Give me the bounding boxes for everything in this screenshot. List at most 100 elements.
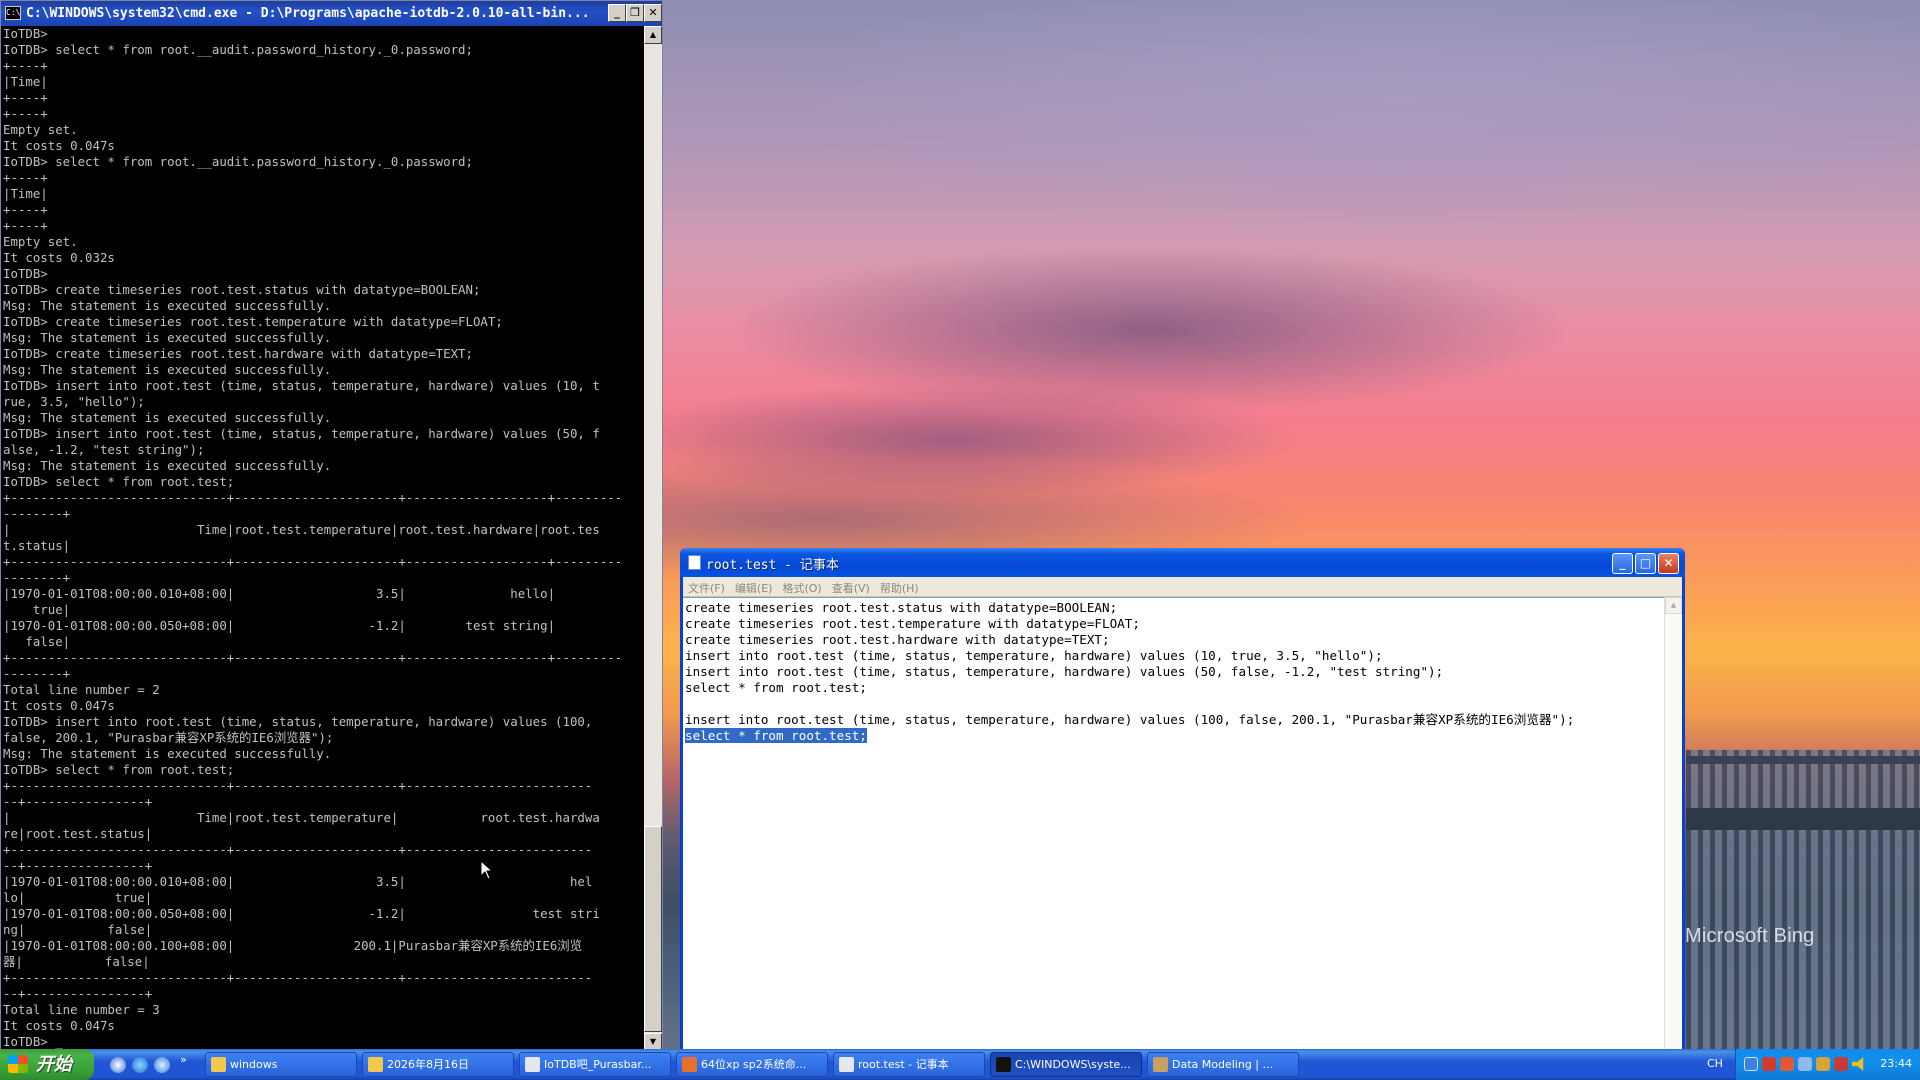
taskbar-button[interactable]: IoTDB吧_Purasbar... xyxy=(519,1052,671,1077)
console-line: Msg: The statement is executed successfu… xyxy=(3,746,332,761)
console-line: alse, -1.2, "test string"); xyxy=(3,442,205,457)
console-line: | Time|root.test.temperature| root.test.… xyxy=(3,810,600,825)
console-line: | Time|root.test.temperature|root.test.h… xyxy=(3,522,600,537)
console-line: It costs 0.047s xyxy=(3,1018,115,1033)
taskbar: 开始 » windows 2026年8月16日 IoTDB吧_Purasbar...… xyxy=(0,1049,1920,1080)
notepad-menu-item[interactable]: 格式(O) xyxy=(777,577,826,596)
taskbar-button-label: C:\WINDOWS\syste... xyxy=(1015,1058,1131,1071)
console-line: --+----------------+ xyxy=(3,986,153,1001)
windows-logo-icon xyxy=(8,1055,28,1073)
clock[interactable]: 23:44 xyxy=(1880,1057,1912,1070)
ime-indicator[interactable]: CH xyxy=(1707,1057,1723,1070)
console-line: Msg: The statement is executed successfu… xyxy=(3,362,332,377)
console-line: |Time| xyxy=(3,186,48,201)
console-line: IoTDB> select * from root.test; xyxy=(3,474,235,489)
console-line: +-----------------------------+---------… xyxy=(3,778,593,793)
console-line: +----+ xyxy=(3,218,48,233)
notepad-menu-item[interactable]: 帮助(H) xyxy=(875,577,924,596)
taskbar-button[interactable]: 64位xp sp2系统命... xyxy=(676,1052,828,1077)
notepad-window[interactable]: root.test - 记事本 _ □ ✕ 文件(F) 编辑(E) 格式(O) 查看(… xyxy=(680,548,1685,1050)
notepad-menu-item[interactable]: 查看(V) xyxy=(827,577,875,596)
cmd-window[interactable]: C:\ C:\WINDOWS\system32\cmd.exe - D:\Pro… xyxy=(0,0,663,1052)
taskbar-button[interactable]: windows xyxy=(205,1052,357,1077)
wallpaper-pier-rail xyxy=(1686,756,1920,764)
safely-remove-hardware-icon[interactable] xyxy=(1798,1057,1812,1071)
console-line: true| xyxy=(3,602,71,617)
notepad-menu-item[interactable]: 文件(F) xyxy=(683,577,730,596)
notepad-minimize-button[interactable]: _ xyxy=(1612,553,1633,574)
taskbar-app-icon xyxy=(839,1057,854,1072)
console-line: --------+ xyxy=(3,666,71,681)
notepad-scroll-up-arrow-icon[interactable]: ▲ xyxy=(1665,597,1682,614)
console-line: +----+ xyxy=(3,202,48,217)
taskbar-button[interactable]: 2026年8月16日 xyxy=(362,1052,514,1077)
text-selection[interactable]: select * from root.test; xyxy=(685,728,867,743)
taskbar-button[interactable]: C:\WINDOWS\syste... xyxy=(990,1052,1142,1077)
cmd-scroll-up-arrow-icon[interactable]: ▲ xyxy=(644,26,662,44)
volume-icon[interactable] xyxy=(1852,1057,1864,1071)
media-player-icon[interactable] xyxy=(154,1057,170,1073)
notepad-text-line: create timeseries root.test.status with … xyxy=(685,600,1118,615)
security-shield-icon[interactable] xyxy=(1762,1057,1776,1071)
cmd-titlebar[interactable]: C:\ C:\WINDOWS\system32\cmd.exe - D:\Pro… xyxy=(1,1,662,26)
mouse-pointer-icon xyxy=(480,860,494,880)
cmd-scrollbar[interactable]: ▲ ▼ xyxy=(644,26,662,1051)
cmd-restore-button[interactable]: ❐ xyxy=(626,4,644,22)
console-line: |1970-01-01T08:00:00.010+08:00| 3.5| hel xyxy=(3,874,593,889)
console-line: Msg: The statement is executed successfu… xyxy=(3,330,332,345)
notepad-text-area[interactable]: create timeseries root.test.status with … xyxy=(683,597,1664,1050)
console-line: IoTDB> insert into root.test (time, stat… xyxy=(3,714,593,729)
notepad-close-button[interactable]: ✕ xyxy=(1658,553,1679,574)
console-line: false| xyxy=(3,634,71,649)
notepad-selected-line: select * from root.test; xyxy=(685,728,1662,744)
taskbar-button-label: windows xyxy=(230,1058,278,1071)
console-line: IoTDB> select * from root.__audit.passwo… xyxy=(3,42,473,57)
cmd-scroll-thumb[interactable] xyxy=(644,826,662,1032)
network-icon[interactable] xyxy=(1744,1057,1758,1071)
tray-alert-icon[interactable] xyxy=(1834,1057,1848,1071)
console-line: false, 200.1, "Purasbar兼容XP系统的IE6浏览器"); xyxy=(3,730,334,745)
notepad-titlebar[interactable]: root.test - 记事本 _ □ ✕ xyxy=(680,548,1685,577)
notepad-text-line: insert into root.test (time, status, tem… xyxy=(685,648,1383,663)
taskbar-button[interactable]: root.test - 记事本 xyxy=(833,1052,985,1077)
notepad-text-line xyxy=(685,696,1662,712)
taskbar-button-label: IoTDB吧_Purasbar... xyxy=(544,1058,652,1071)
console-line: +-----------------------------+---------… xyxy=(3,490,623,505)
start-button[interactable]: 开始 xyxy=(0,1049,94,1080)
console-line: Msg: The statement is executed successfu… xyxy=(3,458,332,473)
notepad-menu-item[interactable]: 编辑(E) xyxy=(730,577,778,596)
console-line: IoTDB> create timeseries root.test.tempe… xyxy=(3,314,503,329)
notepad-menubar: 文件(F) 编辑(E) 格式(O) 查看(V) 帮助(H) xyxy=(683,577,1682,597)
antivirus-icon[interactable] xyxy=(1780,1057,1794,1071)
show-desktop-icon[interactable] xyxy=(110,1057,126,1073)
console-line: IoTDB> create timeseries root.test.hardw… xyxy=(3,346,473,361)
start-label: 开始 xyxy=(36,1054,72,1074)
console-line: |1970-01-01T08:00:00.100+08:00| 200.1|Pu… xyxy=(3,938,583,953)
notepad-text-line: create timeseries root.test.hardware wit… xyxy=(685,632,1110,647)
taskbar-button[interactable]: Data Modeling | ... xyxy=(1147,1052,1299,1077)
taskbar-button-label: root.test - 记事本 xyxy=(858,1058,949,1071)
console-line: Total line number = 2 xyxy=(3,682,160,697)
console-line: +----+ xyxy=(3,58,48,73)
notepad-scrollbar[interactable]: ▲ xyxy=(1664,597,1682,1050)
console-line: IoTDB> xyxy=(3,26,48,41)
notepad-maximize-button[interactable]: □ xyxy=(1635,553,1656,574)
notepad-app-icon xyxy=(688,555,701,570)
console-line: re|root.test.status| xyxy=(3,826,153,841)
cmd-close-button[interactable]: ✕ xyxy=(644,4,662,22)
quick-launch-overflow-icon[interactable]: » xyxy=(180,1053,187,1066)
wallpaper-pier-deck xyxy=(1686,808,1920,830)
taskbar-app-icon xyxy=(368,1057,383,1072)
taskbar-button-label: 64位xp sp2系统命... xyxy=(701,1058,807,1071)
console-line: Empty set. xyxy=(3,122,78,137)
cmd-console-output[interactable]: IoTDB> IoTDB> select * from root.__audit.… xyxy=(1,26,644,1051)
console-line: lo| true| xyxy=(3,890,153,905)
console-line: It costs 0.032s xyxy=(3,250,115,265)
console-line: --+----------------+ xyxy=(3,794,153,809)
console-line: --------+ xyxy=(3,506,71,521)
cmd-minimize-button[interactable]: _ xyxy=(608,4,626,22)
console-line: +----+ xyxy=(3,90,48,105)
taskbar-button-label: 2026年8月16日 xyxy=(387,1058,469,1071)
internet-explorer-icon[interactable] xyxy=(132,1057,148,1073)
tray-app-icon[interactable] xyxy=(1816,1057,1830,1071)
